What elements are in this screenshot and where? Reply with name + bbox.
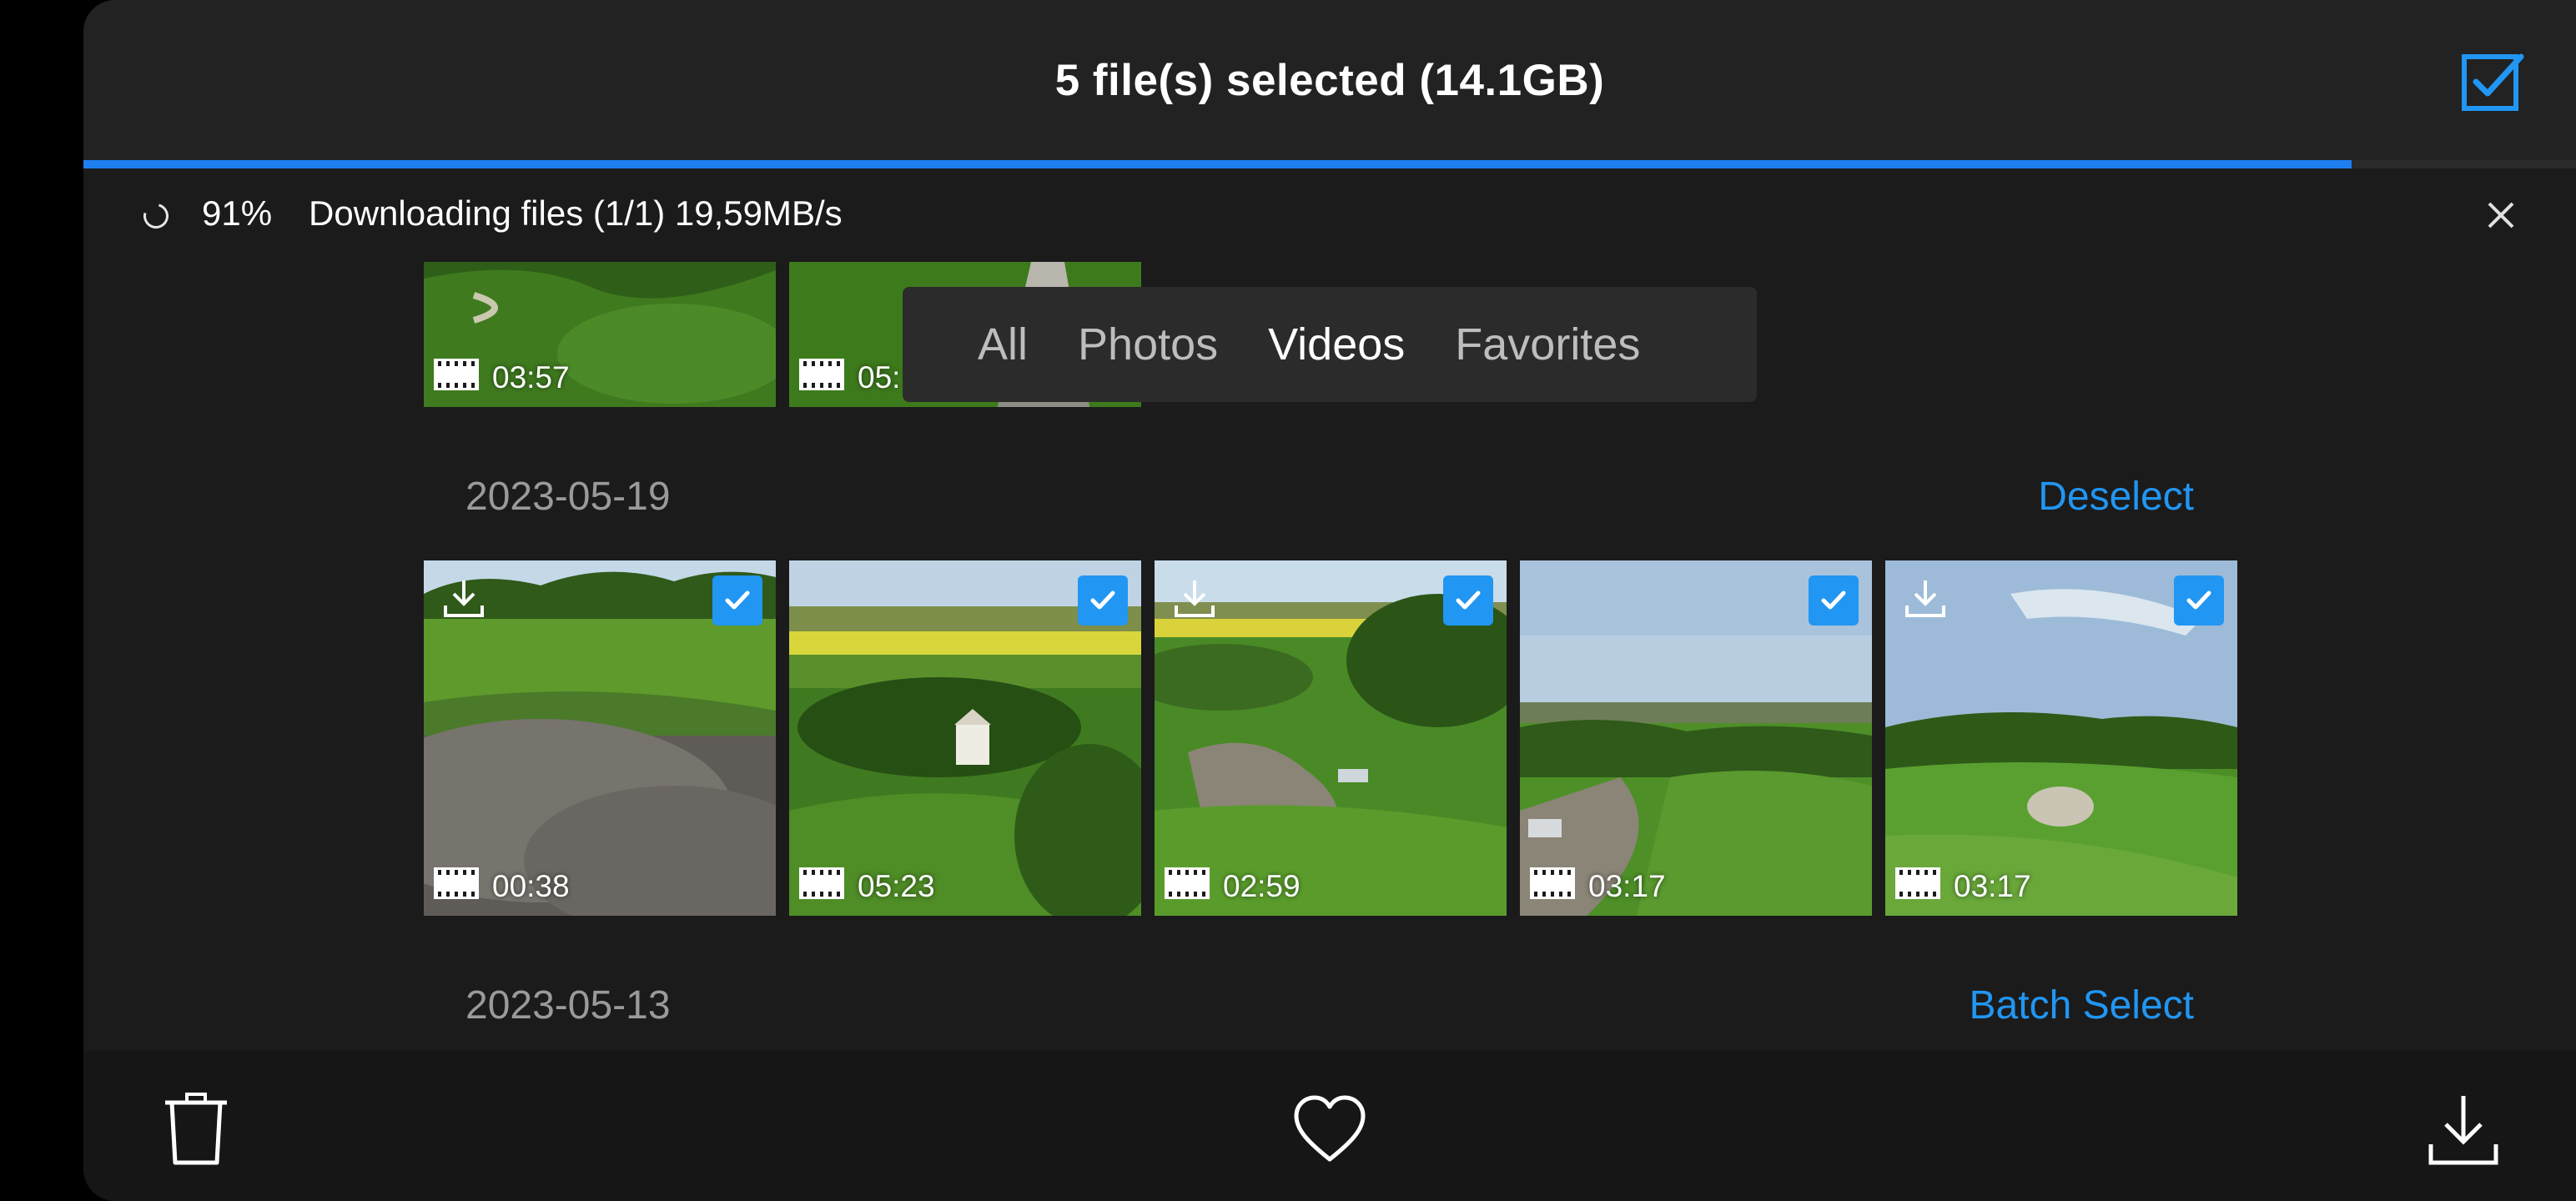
video-thumbnail[interactable]: 05:23 <box>789 560 1141 916</box>
download-icon <box>1175 580 1215 617</box>
video-thumbnail[interactable]: 03:57 <box>424 262 776 407</box>
header-bar: 5 file(s) selected (14.1GB) <box>83 0 2576 160</box>
checkmark-icon <box>2186 590 2211 610</box>
select-all-button[interactable] <box>2459 48 2526 115</box>
selected-checkbox[interactable] <box>1078 575 1128 626</box>
video-icon <box>799 359 844 390</box>
video-thumbnail[interactable]: 03:17 <box>1520 560 1872 916</box>
heart-icon <box>1294 1095 1366 1162</box>
video-duration: 05:23 <box>858 869 935 903</box>
checkmark-icon <box>1821 590 1846 610</box>
delete-button[interactable] <box>158 1093 234 1168</box>
download-status-text: Downloading files (1/1) 19,59MB/s <box>309 193 843 233</box>
bottom-toolbar <box>83 1051 2576 1201</box>
download-percent: 91% <box>202 193 273 233</box>
media-filter-tabs: All Photos Videos Favorites <box>903 287 1757 402</box>
download-progress-bar <box>83 160 2576 168</box>
video-icon <box>434 359 479 390</box>
selected-checkbox[interactable] <box>2174 575 2224 626</box>
checkmark-icon <box>1090 590 1115 610</box>
checkmark-icon <box>725 590 750 610</box>
file-manager-panel: 5 file(s) selected (14.1GB) 91% Download… <box>83 0 2576 1201</box>
select-all-icon <box>2462 53 2524 111</box>
video-icon <box>799 867 844 899</box>
selected-checkbox[interactable] <box>1443 575 1493 626</box>
tab-videos[interactable]: Videos <box>1268 319 1405 370</box>
selected-checkbox[interactable] <box>1809 575 1859 626</box>
video-icon <box>1895 867 1940 899</box>
group-date: 2023-05-13 <box>465 983 671 1028</box>
close-icon <box>2488 202 2514 229</box>
download-icon <box>2428 1096 2498 1165</box>
download-button[interactable] <box>2426 1093 2501 1168</box>
deselect-button[interactable]: Deselect <box>2038 474 2194 520</box>
tab-photos[interactable]: Photos <box>1078 319 1218 370</box>
checkmark-icon <box>1456 590 1481 610</box>
media-grid[interactable]: 03:57 05: All Photos Videos Favorites 20… <box>83 262 2576 1051</box>
video-icon <box>434 867 479 899</box>
tab-favorites[interactable]: Favorites <box>1455 319 1640 370</box>
video-icon <box>1530 867 1575 899</box>
loading-spinner-icon <box>138 198 174 234</box>
video-thumbnail[interactable]: 00:38 <box>424 560 776 916</box>
video-duration: 03:17 <box>1588 869 1666 903</box>
selected-checkbox[interactable] <box>712 575 762 626</box>
tab-all[interactable]: All <box>978 319 1028 370</box>
group-date: 2023-05-19 <box>465 475 671 519</box>
video-duration: 02:59 <box>1223 869 1301 903</box>
close-download-button[interactable] <box>2484 198 2518 232</box>
video-duration: 05: <box>858 360 901 394</box>
batch-select-button[interactable]: Batch Select <box>1970 982 2194 1028</box>
video-duration: 03:57 <box>492 360 570 394</box>
video-thumbnail[interactable]: 02:59 <box>1155 560 1507 916</box>
video-duration: 00:38 <box>492 869 570 903</box>
download-icon <box>444 580 484 617</box>
download-status-row: 91% Downloading files (1/1) 19,59MB/s <box>83 168 2576 262</box>
trash-icon <box>165 1093 227 1165</box>
selection-title: 5 file(s) selected (14.1GB) <box>1054 55 1605 105</box>
download-icon <box>1905 580 1945 617</box>
video-duration: 03:17 <box>1954 869 2031 903</box>
video-icon <box>1165 867 1210 899</box>
favorite-button[interactable] <box>1292 1093 1367 1168</box>
download-progress-fill <box>83 160 2352 168</box>
video-thumbnail[interactable]: 03:17 <box>1885 560 2237 916</box>
